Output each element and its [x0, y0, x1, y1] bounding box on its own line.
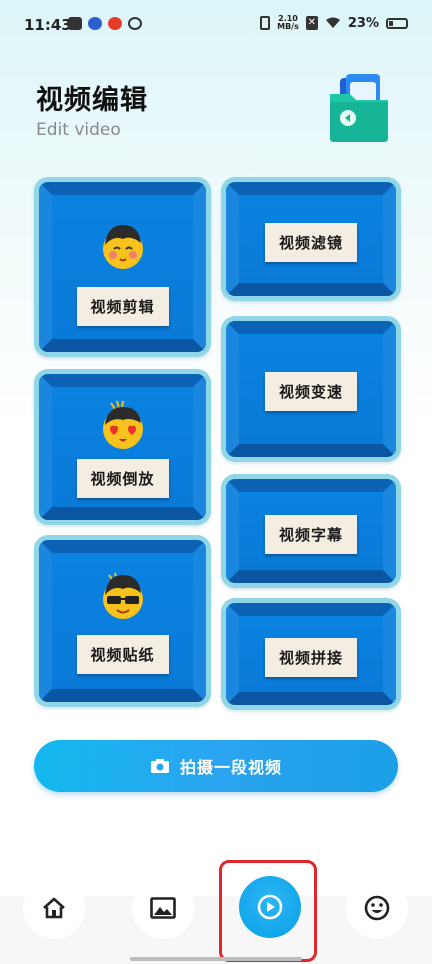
record-video-label: 拍摄一段视频 — [179, 758, 282, 777]
emoji-blush-icon — [102, 225, 143, 269]
tool-label: 视频变速 — [264, 372, 358, 411]
emoji-face-icon — [364, 895, 390, 921]
gallery-icon — [150, 897, 176, 919]
nav-home[interactable] — [23, 877, 85, 939]
network-speed: 2.10 MB/s — [277, 14, 299, 31]
tool-video-speed[interactable]: 视频变速 — [221, 316, 401, 462]
tool-label: 视频倒放 — [76, 459, 169, 498]
home-icon — [43, 897, 65, 919]
tool-video-filter[interactable]: 视频滤镜 — [221, 177, 401, 301]
tool-video-reverse[interactable]: 视频倒放 — [34, 369, 211, 525]
tool-video-merge[interactable]: 视频拼接 — [221, 598, 401, 710]
emoji-heart-eyes-icon — [102, 400, 143, 449]
app-notification-icon — [88, 17, 102, 30]
tool-label: 视频字幕 — [264, 515, 358, 554]
status-right: 2.10 MB/s ✕ 23% — [260, 15, 408, 31]
wifi-icon — [325, 17, 340, 28]
x-icon: ✕ — [305, 16, 318, 30]
tool-label: 视频拼接 — [264, 638, 358, 677]
status-time: 11:43 — [24, 16, 72, 34]
mail-icon — [68, 17, 82, 30]
tool-label: 视频贴纸 — [76, 635, 169, 674]
tool-video-cut[interactable]: 视频剪辑 — [34, 177, 211, 357]
record-video-button[interactable]: 拍摄一段视频 — [34, 740, 398, 792]
link-icon — [128, 17, 142, 30]
page-title: 视频编辑 — [36, 85, 148, 116]
tool-video-sticker[interactable]: 视频贴纸 — [34, 535, 211, 707]
battery-percent: 23% — [347, 15, 379, 31]
tool-video-subtitle[interactable]: 视频字幕 — [221, 474, 401, 588]
emoji-sunglasses-icon — [102, 572, 143, 619]
highlight-annotation — [219, 860, 317, 962]
battery-icon — [386, 17, 408, 29]
weibo-icon — [108, 17, 122, 30]
home-indicator[interactable] — [130, 957, 302, 961]
tool-label: 视频滤镜 — [264, 223, 358, 262]
nav-gallery[interactable] — [132, 877, 194, 939]
camera-icon — [150, 759, 169, 773]
status-bar: 11:43 2.10 MB/s ✕ 23% — [0, 0, 432, 50]
tool-label: 视频剪辑 — [76, 287, 169, 326]
folder-icon — [330, 74, 388, 142]
notification-icons — [68, 17, 142, 30]
vibrate-icon — [260, 16, 271, 30]
nav-emoji[interactable] — [346, 877, 408, 939]
page-subtitle: Edit video — [36, 120, 121, 140]
